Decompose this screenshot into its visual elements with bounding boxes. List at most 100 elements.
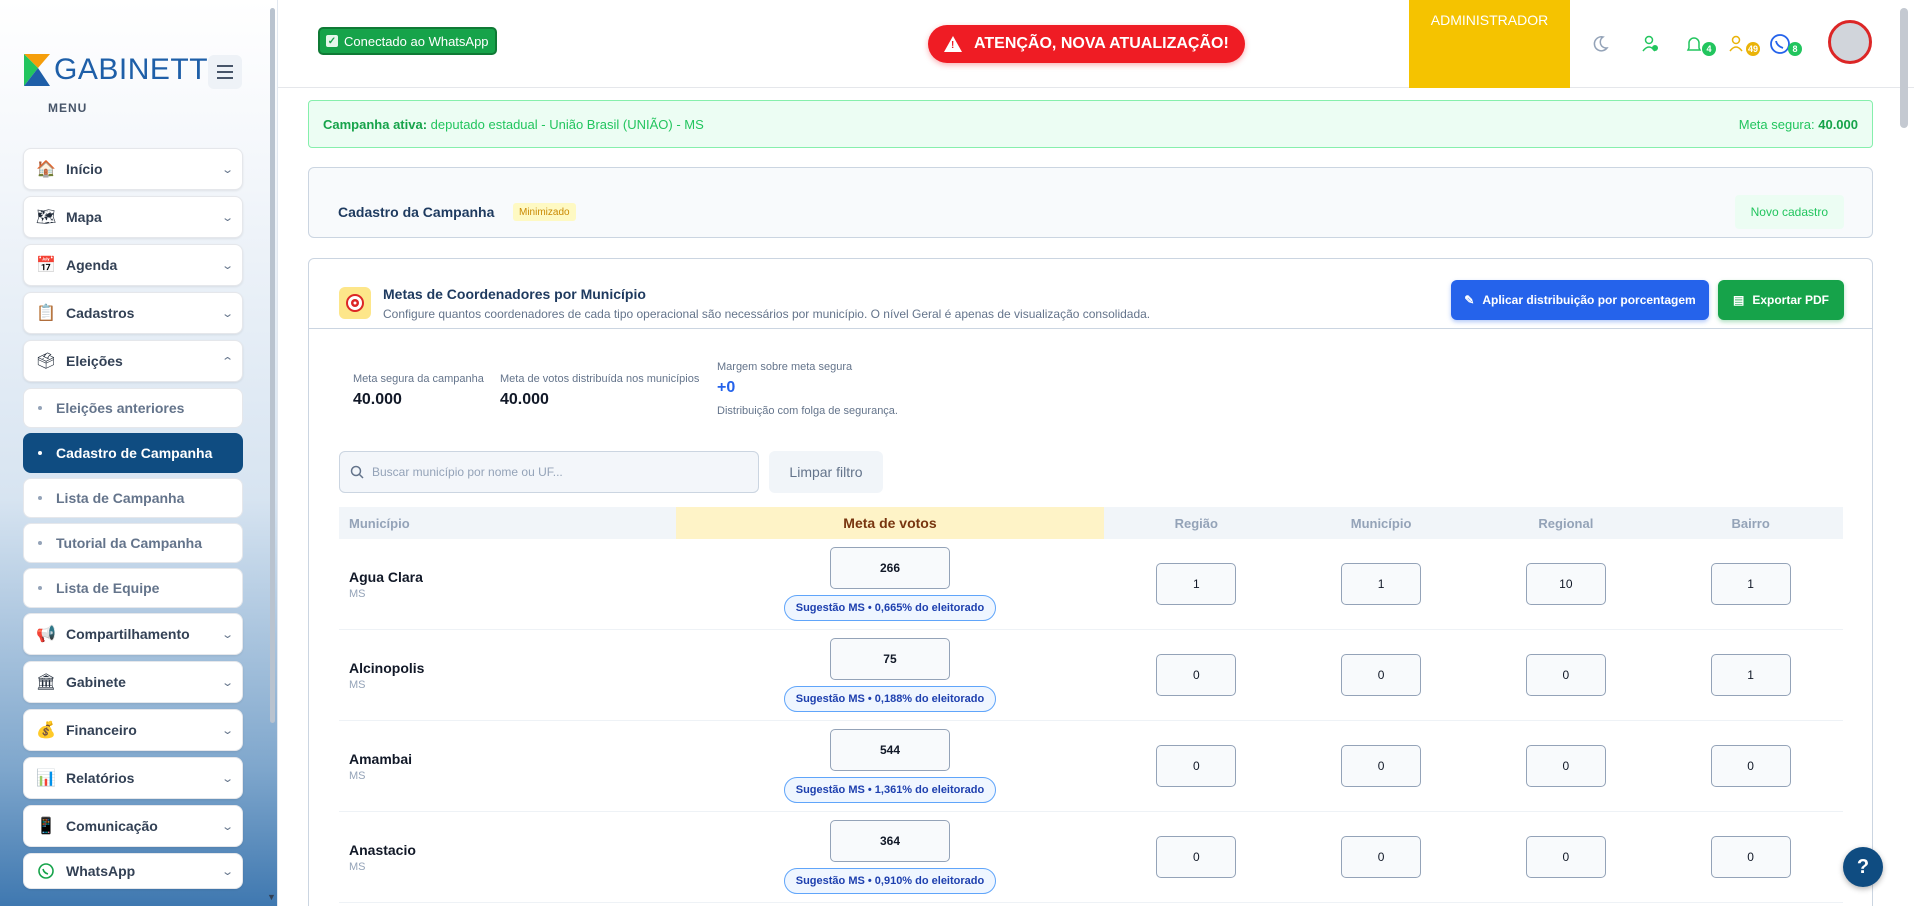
sidebar-item-gabinete[interactable]: 🏛 Gabinete ⌄ xyxy=(23,661,243,703)
regiao-input[interactable] xyxy=(1156,563,1237,605)
vote-goal-input[interactable] xyxy=(829,729,950,771)
users-icon[interactable]: 49 xyxy=(1726,32,1760,56)
vote-goal-cell: Sugestão MS • 0,665% do eleitorado xyxy=(676,547,1104,621)
regional-input[interactable] xyxy=(1525,836,1606,878)
logo-text: GABINETT xyxy=(54,53,209,86)
sidebar-item-financeiro[interactable]: 💰 Financeiro ⌄ xyxy=(23,709,243,751)
vote-goal-cell: Sugestão MS • 0,188% do eleitorado xyxy=(676,638,1104,712)
bullet-icon xyxy=(38,541,42,545)
suggestion-badge[interactable]: Sugestão MS • 0,910% do eleitorado xyxy=(783,868,997,894)
chevron-down-icon: ⌄ xyxy=(220,724,234,737)
minimized-badge: Minimizado xyxy=(513,203,576,221)
stat-label: Margem sobre meta segura xyxy=(717,361,853,373)
sidebar-subitem-eleicoes-anteriores[interactable]: Eleições anteriores xyxy=(23,388,243,428)
whatsapp-status-badge[interactable]: ✓ Conectado ao WhatsApp xyxy=(318,27,497,55)
stat-label: Meta de votos distribuída nos municípios xyxy=(500,373,700,385)
column-header-bairro: Bairro xyxy=(1731,515,1770,531)
help-button[interactable]: ? xyxy=(1843,847,1883,887)
sidebar-item-label: Mapa xyxy=(66,209,102,225)
suggestion-badge[interactable]: Sugestão MS • 0,188% do eleitorado xyxy=(783,686,997,712)
sidebar-subitem-tutorial-campanha[interactable]: Tutorial da Campanha xyxy=(23,523,243,563)
chevron-down-icon: ⌄ xyxy=(220,865,234,878)
active-campaign: Campanha ativa: deputado estadual - Uniã… xyxy=(323,117,704,132)
column-header-municipio-coord: Município xyxy=(1350,515,1412,531)
suggestion-badge[interactable]: Sugestão MS • 1,361% do eleitorado xyxy=(783,777,997,803)
sidebar-subitem-lista-campanha[interactable]: Lista de Campanha xyxy=(23,478,243,518)
sidebar-subitem-label: Cadastro de Campanha xyxy=(56,445,213,461)
moon-icon[interactable] xyxy=(1588,32,1612,56)
chevron-down-icon: ⌄ xyxy=(220,676,234,689)
municipality-cell: Alcinopolis MS xyxy=(339,660,676,691)
stat-safe-goal: Meta segura da campanha 40.000 xyxy=(353,373,484,409)
whatsapp-icon[interactable]: 8 xyxy=(1768,32,1802,56)
regional-input[interactable] xyxy=(1525,745,1606,787)
sidebar-item-agenda[interactable]: 📅 Agenda ⌄ xyxy=(23,244,243,286)
municipio-cell xyxy=(1289,745,1474,787)
regional-input[interactable] xyxy=(1525,563,1606,605)
phone-icon: 📱 xyxy=(36,818,56,835)
regional-input[interactable] xyxy=(1525,654,1606,696)
magic-wand-icon: ✎ xyxy=(1464,293,1475,307)
clear-filter-button[interactable]: Limpar filtro xyxy=(769,451,883,493)
stat-label: Meta segura da campanha xyxy=(353,373,484,385)
coordinator-goals-title: Metas de Coordenadores por Município xyxy=(383,286,646,302)
new-register-button[interactable]: Novo cadastro xyxy=(1734,195,1844,229)
coordinator-goals-card: Metas de Coordenadores por Município Con… xyxy=(308,258,1873,906)
municipio-input[interactable] xyxy=(1341,563,1422,605)
bairro-input[interactable] xyxy=(1710,563,1791,605)
vote-goal-input[interactable] xyxy=(829,547,950,589)
main-scrollbar[interactable] xyxy=(1900,8,1908,128)
sidebar-item-comunicacao[interactable]: 📱 Comunicação ⌄ xyxy=(23,805,243,847)
safe-goal: Meta segura: 40.000 xyxy=(1739,117,1858,132)
suggestion-badge[interactable]: Sugestão MS • 0,665% do eleitorado xyxy=(783,595,997,621)
coordinator-goals-subtitle: Configure quantos coordenadores de cada … xyxy=(383,307,1151,321)
apply-distribution-button[interactable]: ✎ Aplicar distribuição por porcentagem xyxy=(1451,280,1709,320)
vote-goal-input[interactable] xyxy=(829,820,950,862)
user-check-icon[interactable] xyxy=(1638,32,1662,56)
update-alert-label: ATENÇÃO, NOVA ATUALIZAÇÃO! xyxy=(974,35,1229,52)
sidebar-item-label: WhatsApp xyxy=(66,863,136,879)
sidebar-subitem-lista-equipe[interactable]: Lista de Equipe xyxy=(23,568,243,608)
municipio-input[interactable] xyxy=(1341,745,1422,787)
bairro-input[interactable] xyxy=(1710,836,1791,878)
avatar[interactable] xyxy=(1828,20,1872,64)
bairro-input[interactable] xyxy=(1710,745,1791,787)
search-input[interactable] xyxy=(372,465,752,479)
bairro-input[interactable] xyxy=(1710,654,1791,696)
regiao-input[interactable] xyxy=(1156,745,1237,787)
campaign-register-card: Cadastro da Campanha Minimizado Novo cad… xyxy=(308,167,1873,238)
sidebar-item-whatsapp[interactable]: WhatsApp ⌄ xyxy=(23,853,243,889)
sidebar-scroll-down-icon[interactable]: ▼ xyxy=(267,892,276,902)
logo-mark-icon xyxy=(22,50,52,90)
campaign-register-title[interactable]: Cadastro da Campanha xyxy=(338,204,494,220)
vote-goal-input[interactable] xyxy=(829,638,950,680)
regiao-input[interactable] xyxy=(1156,654,1237,696)
regiao-input[interactable] xyxy=(1156,836,1237,878)
municipio-input[interactable] xyxy=(1341,654,1422,696)
menu-toggle-button[interactable] xyxy=(208,55,242,89)
sidebar-subitem-cadastro-campanha[interactable]: Cadastro de Campanha xyxy=(23,433,243,473)
municipio-input[interactable] xyxy=(1341,836,1422,878)
sidebar-item-eleicoes[interactable]: 🗳 Eleições ⌃ xyxy=(23,340,243,382)
sidebar-subitem-label: Eleições anteriores xyxy=(56,400,185,416)
sidebar-item-inicio[interactable]: 🏠 Início ⌄ xyxy=(23,148,243,190)
chevron-down-icon: ⌄ xyxy=(220,820,234,833)
sidebar-scrollbar[interactable] xyxy=(270,8,275,723)
role-badge[interactable]: ADMINISTRADOR xyxy=(1409,0,1570,88)
sidebar-item-relatorios[interactable]: 📊 Relatórios ⌄ xyxy=(23,757,243,799)
bell-icon[interactable]: 4 xyxy=(1682,32,1716,56)
sidebar-item-mapa[interactable]: 🗺 Mapa ⌄ xyxy=(23,196,243,238)
column-header-regional: Regional xyxy=(1538,515,1594,531)
warning-icon: ! xyxy=(944,36,962,52)
bullet-icon xyxy=(38,451,42,455)
update-alert-button[interactable]: ! ATENÇÃO, NOVA ATUALIZAÇÃO! xyxy=(928,25,1245,63)
bairro-cell xyxy=(1658,836,1843,878)
home-icon: 🏠 xyxy=(36,161,56,178)
sidebar-item-label: Gabinete xyxy=(66,674,126,690)
sidebar-item-cadastros[interactable]: 📋 Cadastros ⌄ xyxy=(23,292,243,334)
calendar-icon: 📅 xyxy=(36,257,56,274)
export-pdf-button[interactable]: ▤ Exportar PDF xyxy=(1718,280,1844,320)
sidebar-item-compartilhamento[interactable]: 📢 Compartilhamento ⌄ xyxy=(23,613,243,655)
chevron-down-icon: ⌄ xyxy=(220,211,234,224)
municipality-search[interactable] xyxy=(339,451,759,493)
